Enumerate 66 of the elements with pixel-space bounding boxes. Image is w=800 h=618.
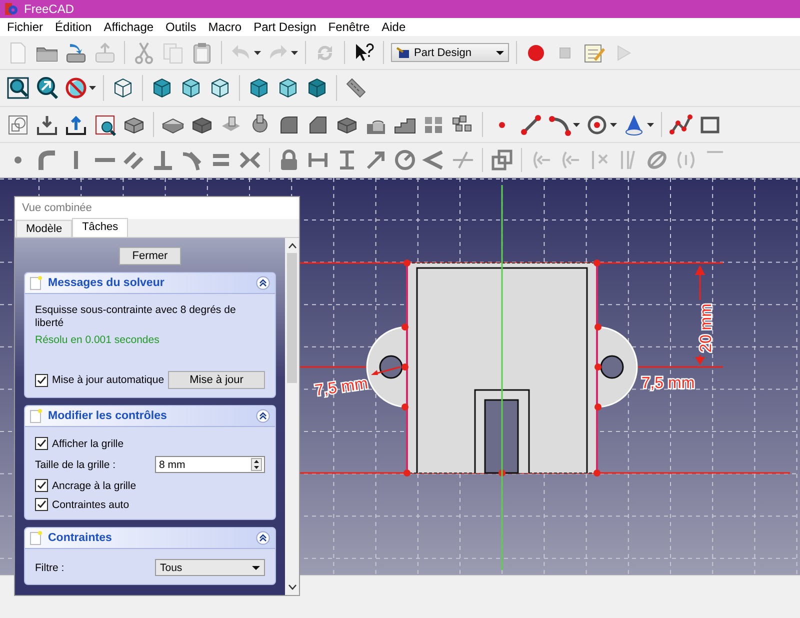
caret-icon xyxy=(496,50,504,54)
checkbox[interactable] xyxy=(35,437,48,450)
menu-item[interactable]: Fichier xyxy=(2,18,50,36)
caret-icon[interactable] xyxy=(254,50,261,54)
grid-size-field[interactable]: 8 mm xyxy=(155,456,265,473)
perpendicular-icon[interactable] xyxy=(151,148,175,172)
caret-icon[interactable] xyxy=(89,86,96,90)
section-title: Messages du solveur xyxy=(48,277,166,289)
section-title: Modifier les contrôles xyxy=(48,410,168,422)
sketch-icon[interactable] xyxy=(6,112,30,136)
caret-icon[interactable] xyxy=(573,122,580,126)
window-title: FreeCAD xyxy=(24,2,74,16)
menu-item[interactable]: Aide xyxy=(376,18,413,36)
menu-item[interactable]: Outils xyxy=(160,18,204,36)
scroll-down-icon[interactable] xyxy=(288,584,296,590)
solver-message: Esquisse sous-contrainte avec 8 degrés de liberté xyxy=(35,304,237,330)
radius-circle-icon[interactable] xyxy=(393,148,417,172)
menu-item[interactable]: Macro xyxy=(203,18,249,36)
field-label: Filtre : xyxy=(35,562,64,574)
spin-arrows-icon[interactable] xyxy=(251,458,262,471)
caret-icon[interactable] xyxy=(610,122,617,126)
checkbox-label[interactable]: Ancrage à la grille xyxy=(52,480,136,492)
collapse-icon[interactable] xyxy=(256,531,270,545)
workbench-dropdown[interactable]: Part Design xyxy=(391,43,509,62)
caret-icon xyxy=(252,566,260,570)
note-icon xyxy=(30,531,42,545)
fit-selection-icon[interactable] xyxy=(35,76,59,100)
collapse-icon[interactable] xyxy=(256,409,270,423)
menu-item[interactable]: Part Design xyxy=(248,18,324,36)
section-title: Contraintes xyxy=(48,532,113,544)
checkbox[interactable] xyxy=(35,374,48,386)
overlapping-squares-icon[interactable] xyxy=(490,148,514,172)
checkbox-label[interactable]: Contraintes auto xyxy=(52,498,130,510)
scrollbar[interactable] xyxy=(285,238,299,595)
filter-dropdown[interactable]: Tous xyxy=(155,559,265,576)
note-icon xyxy=(30,409,42,423)
menu-item[interactable]: Affichage xyxy=(98,18,161,36)
close-button[interactable]: Fermer xyxy=(119,247,181,265)
line-icon[interactable] xyxy=(519,112,543,136)
panel-title: Vue combinée xyxy=(21,201,93,216)
fit-all-icon[interactable] xyxy=(6,76,30,100)
note-icon xyxy=(30,276,42,290)
sketch-magnifier-icon[interactable] xyxy=(93,112,117,136)
caret-icon[interactable] xyxy=(291,50,298,54)
tab[interactable]: Modèle xyxy=(16,220,72,237)
solver-status: Résolu en 0.001 secondes xyxy=(35,334,160,347)
checkbox-label[interactable]: Mise à jour automatique xyxy=(52,374,164,386)
constraint-line[interactable] xyxy=(300,472,790,474)
polyline-icon[interactable] xyxy=(669,112,693,136)
dimension-arrow[interactable] xyxy=(371,366,400,375)
checkbox-label[interactable]: Afficher la grille xyxy=(52,438,124,450)
menu-item[interactable]: Édition xyxy=(50,18,99,36)
tab[interactable]: Tâches xyxy=(72,218,128,237)
checkbox[interactable] xyxy=(35,479,48,492)
collapse-icon[interactable] xyxy=(256,276,270,290)
scroll-up-icon[interactable] xyxy=(288,243,296,249)
workbench-icon xyxy=(396,46,410,58)
constraint-line[interactable] xyxy=(300,262,723,264)
caret-icon[interactable] xyxy=(647,122,654,126)
field-label: Taille de la grille : xyxy=(35,458,116,470)
no-sign-cube-icon[interactable] xyxy=(64,76,88,100)
checkbox[interactable] xyxy=(35,498,48,511)
menu-item[interactable]: Fenêtre xyxy=(323,18,377,36)
sketch-drawing[interactable] xyxy=(366,260,638,476)
ruler-icon[interactable] xyxy=(344,76,368,100)
update-button[interactable]: Mise à jour xyxy=(168,371,265,389)
